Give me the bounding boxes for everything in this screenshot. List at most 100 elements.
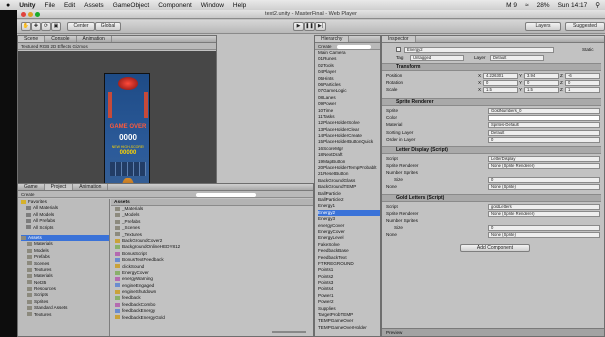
status-m[interactable]: M 9 xyxy=(506,2,517,9)
gl-size-field[interactable]: 0 xyxy=(488,225,600,231)
hand-tool-button[interactable]: ✋ xyxy=(21,22,31,31)
tab-hierarchy[interactable]: Hierarchy xyxy=(315,36,350,42)
play-button[interactable]: ▶ xyxy=(293,22,304,31)
tab-scene[interactable]: Scene xyxy=(18,36,46,42)
tab-inspector[interactable]: Inspector xyxy=(382,36,416,42)
ld-numsprites-label[interactable]: Number Sprites xyxy=(386,170,418,176)
letter-display-header[interactable]: Letter Display (Script) xyxy=(382,146,601,154)
folder-icon xyxy=(115,206,120,211)
menu-component[interactable]: Component xyxy=(158,2,192,9)
ld-size-field[interactable]: 0 xyxy=(488,177,600,183)
battery-percent[interactable]: 28% xyxy=(537,2,550,9)
minimize-button[interactable] xyxy=(28,12,33,17)
menu-help[interactable]: Help xyxy=(233,2,246,9)
tree-folder[interactable]: Textures xyxy=(21,312,109,318)
hierarchy-create-button[interactable]: Create xyxy=(318,44,332,49)
gold-letters-header[interactable]: Gold Letters (Script) xyxy=(382,194,601,202)
scene-subbar[interactable]: Textured RGB 2D Effects Gizmos xyxy=(18,43,216,50)
asset-label: BonusTextFeedback xyxy=(122,257,164,263)
active-checkbox[interactable] xyxy=(396,47,401,52)
layer-dropdown[interactable]: Default xyxy=(490,55,544,61)
gl-none-field[interactable]: None (Sprite) xyxy=(488,232,600,238)
object-name-field[interactable]: Energy2 xyxy=(404,47,554,53)
rotate-tool-button[interactable]: ⟳ xyxy=(41,22,51,31)
move-tool-button[interactable]: ✚ xyxy=(31,22,41,31)
ld-script-field[interactable]: LetterDisplay xyxy=(488,156,600,162)
transform-position-x-field[interactable]: 4.226301 xyxy=(483,73,518,79)
color-swatch[interactable] xyxy=(488,115,600,121)
hierarchy-item[interactable]: TEMPGameOverHolder xyxy=(318,325,380,331)
tag-dropdown[interactable]: Untagged xyxy=(410,55,464,61)
transform-scale-x-field[interactable]: 1.5 xyxy=(483,87,518,93)
gl-sr-field[interactable]: None (Sprite Renderer) xyxy=(488,211,600,217)
project-create-button[interactable]: Create xyxy=(21,192,35,197)
favorite-item[interactable]: All Scripts xyxy=(21,225,109,231)
hierarchy-item[interactable]: 15PlaceHolderButtonQuick xyxy=(318,139,380,145)
menu-window[interactable]: Window xyxy=(201,2,224,9)
asset-item[interactable]: feedbackEnergyGold xyxy=(115,315,313,321)
menu-edit[interactable]: Edit xyxy=(64,2,75,9)
global-toggle-button[interactable]: Global xyxy=(95,22,121,31)
transform-position-y-field[interactable]: 3.94 xyxy=(524,73,559,79)
icon-size-slider[interactable] xyxy=(272,331,306,333)
center-pivot-button[interactable]: Center xyxy=(67,22,95,31)
project-search-input[interactable] xyxy=(195,192,256,197)
inspector-panel: Inspector Energy2 Static Tag Untagged La… xyxy=(381,35,605,337)
tab-project[interactable]: Project xyxy=(44,184,74,190)
transform-rotation-y-field[interactable]: 0 xyxy=(524,80,559,86)
transform-scale-y-field[interactable]: 1.5 xyxy=(524,87,559,93)
wifi-icon[interactable]: ≈ xyxy=(525,2,529,9)
menu-app[interactable]: Unity xyxy=(19,2,35,9)
hierarchy-search-input[interactable] xyxy=(336,44,371,49)
transform-header[interactable]: Transform xyxy=(382,63,601,71)
layers-dropdown[interactable]: Layers xyxy=(525,22,561,31)
transform-scale-z-field[interactable]: 1 xyxy=(565,87,600,93)
tree-folder-label: Net35 xyxy=(34,279,47,285)
step-icon: ▶| xyxy=(317,23,324,29)
layout-dropdown[interactable]: Suggested xyxy=(565,22,605,31)
axis-label-z: Z xyxy=(560,87,563,92)
close-button[interactable] xyxy=(21,12,26,17)
tab-console[interactable]: Console xyxy=(45,36,77,42)
search-icon xyxy=(26,212,31,217)
add-component-button[interactable]: Add Component xyxy=(460,244,530,252)
order-in-layer-field[interactable]: 0 xyxy=(488,137,600,143)
step-button[interactable]: ▶| xyxy=(315,22,326,31)
sprite-renderer-header[interactable]: Sprite Renderer xyxy=(382,98,601,106)
axis-label-y: Y xyxy=(519,87,523,92)
folder-icon xyxy=(27,254,32,259)
pause-button[interactable]: ❚❚ xyxy=(304,22,315,31)
static-label[interactable]: Static xyxy=(582,47,594,53)
tab-game[interactable]: Game xyxy=(18,184,45,190)
sprite-field[interactable]: GoldNumbers_0 xyxy=(488,108,600,114)
axis-label-z: Z xyxy=(560,80,563,85)
apple-icon[interactable]: ● xyxy=(6,2,10,9)
ld-sr-label: Sprite Renderer xyxy=(386,163,419,168)
sorting-layer-dropdown[interactable]: Default xyxy=(488,130,600,136)
ld-none-field[interactable]: None (Sprite) xyxy=(488,184,600,190)
tab-animator[interactable]: Animation xyxy=(77,36,112,42)
gold-letters-title: Gold Letters (Script) xyxy=(396,195,445,201)
menu-file[interactable]: File xyxy=(44,2,54,9)
asset-label: feedback xyxy=(122,295,141,301)
menu-gameobject[interactable]: GameObject xyxy=(113,2,150,9)
transform-position-z-field[interactable]: -6 xyxy=(565,73,600,79)
power-orb xyxy=(118,77,138,90)
scale-tool-button[interactable]: ▣ xyxy=(51,22,61,31)
clock[interactable]: Sun 14:17 xyxy=(558,2,588,9)
material-field[interactable]: Sprites-Default xyxy=(488,122,600,128)
transform-rotation-x-field[interactable]: 0 xyxy=(483,80,518,86)
zoom-button[interactable] xyxy=(35,12,40,17)
ld-sr-field[interactable]: None (Sprite Renderer) xyxy=(488,163,600,169)
asset-label: energyWarning xyxy=(122,276,153,282)
transform-rotation-z-field[interactable]: 0 xyxy=(565,80,600,86)
menu-assets[interactable]: Assets xyxy=(84,2,104,9)
search-icon[interactable]: ⚲ xyxy=(595,1,600,9)
gl-script-field[interactable]: goldLetters xyxy=(488,204,600,210)
project-breadcrumb[interactable]: Assets xyxy=(111,199,313,206)
preview-bar[interactable]: Preview xyxy=(382,328,604,336)
tab-animation[interactable]: Animation xyxy=(73,184,109,190)
folder-icon xyxy=(27,312,32,317)
gl-numsprites-label[interactable]: Number Sprites xyxy=(386,218,418,224)
menubar-status: M 9 ≈ 28% Sun 14:17 ⚲ xyxy=(498,0,605,10)
